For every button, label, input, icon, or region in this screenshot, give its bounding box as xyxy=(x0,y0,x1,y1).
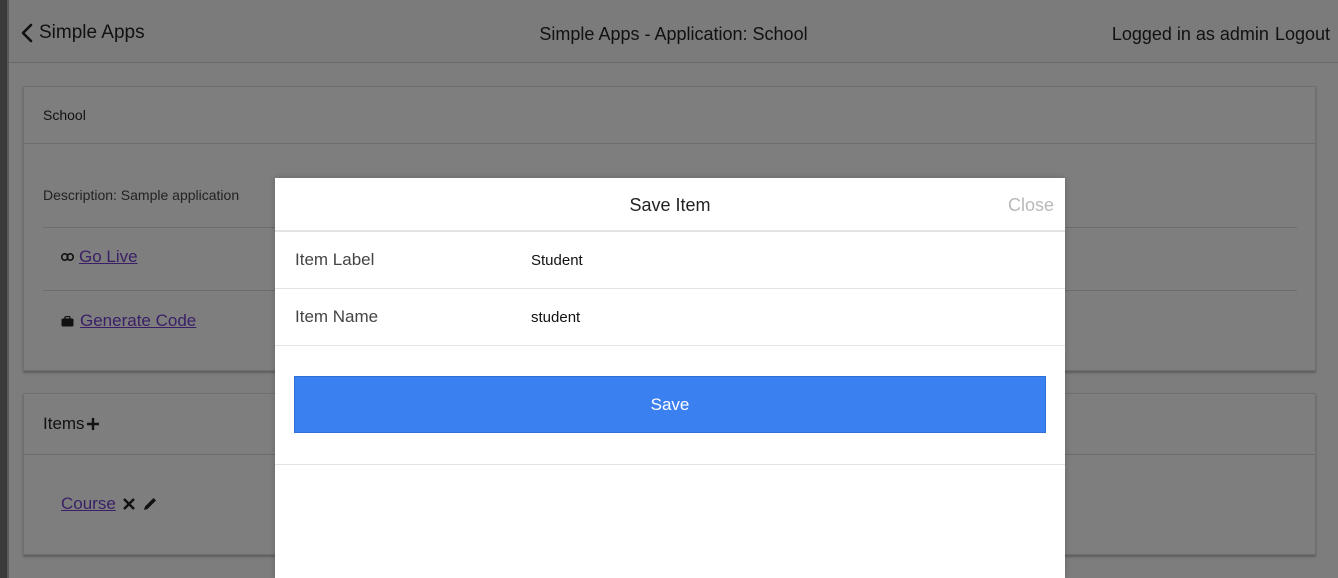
item-name-input[interactable] xyxy=(531,299,1041,335)
save-item-modal: Save Item Close Item Label Item Name Sav… xyxy=(275,178,1065,578)
delete-icon[interactable] xyxy=(122,497,136,511)
close-button[interactable]: Close xyxy=(1008,195,1054,216)
window-border-inner xyxy=(7,0,9,578)
application-name: School xyxy=(43,107,86,123)
item-label-label: Item Label xyxy=(295,250,375,269)
items-title: Items xyxy=(43,414,85,433)
logged-in-text: Logged in as admin xyxy=(1111,24,1269,44)
logout-link[interactable]: Logout xyxy=(1275,24,1330,45)
save-button[interactable]: Save xyxy=(294,376,1046,433)
navbar: Simple Apps Simple Apps - Application: S… xyxy=(9,0,1338,63)
modal-title: Save Item xyxy=(629,195,711,215)
user-area: Logged in as admin Logout xyxy=(1112,24,1330,45)
add-item-icon[interactable] xyxy=(86,417,100,431)
generate-code-link[interactable]: Generate Code xyxy=(80,311,196,331)
go-live-row: Go Live xyxy=(61,247,138,267)
item-label-row: Item Label xyxy=(275,232,1065,289)
go-live-link[interactable]: Go Live xyxy=(79,247,138,267)
application-card-header: School xyxy=(24,87,1315,144)
item-name-row: Item Name xyxy=(275,289,1065,346)
application-description: Description: Sample application xyxy=(43,187,240,203)
generate-code-row: Generate Code xyxy=(61,311,196,331)
save-section: Save xyxy=(275,346,1065,465)
modal-header: Save Item Close xyxy=(275,178,1065,232)
item-label-input[interactable] xyxy=(531,242,1041,278)
items-title-row: Items xyxy=(43,414,100,434)
item-link-course[interactable]: Course xyxy=(61,494,116,514)
list-item: Course xyxy=(61,494,158,514)
item-name-label: Item Name xyxy=(295,307,379,326)
briefcase-icon xyxy=(61,315,74,326)
link-icon xyxy=(61,253,74,261)
edit-pencil-icon[interactable] xyxy=(142,496,158,512)
